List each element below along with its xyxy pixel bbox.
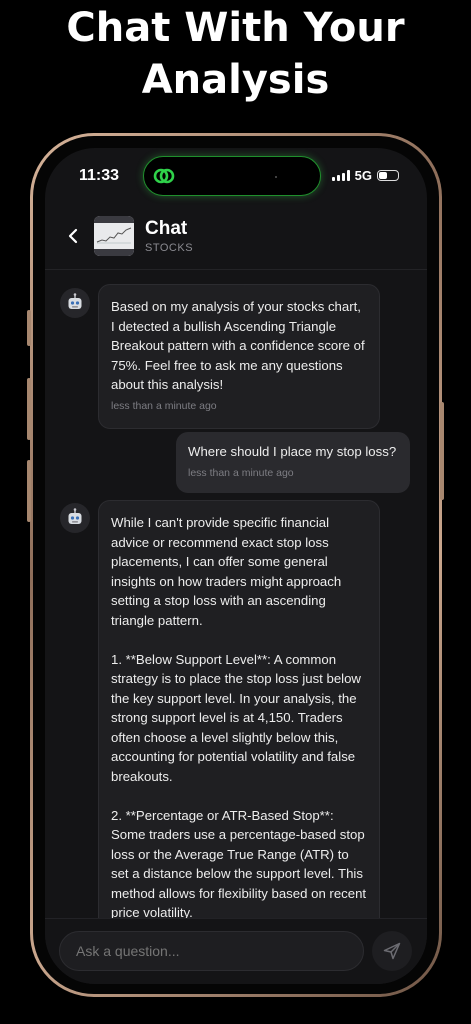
status-indicators: 5G: [331, 168, 399, 183]
network-type: 5G: [354, 168, 372, 183]
message-list[interactable]: Based on my analysis of your stocks char…: [45, 270, 427, 920]
link-rings-icon: [153, 168, 175, 184]
robot-icon: [68, 293, 82, 309]
dynamic-island: [143, 156, 321, 196]
chevron-left-icon[interactable]: [63, 224, 83, 248]
assistant-message: While I can't provide specific financial…: [98, 500, 380, 920]
chat-subtitle: STOCKS: [145, 242, 194, 254]
message-text: Where should I place my stop loss?: [188, 444, 397, 459]
composer-bar: [45, 918, 427, 984]
message-paragraph: 1. **Below Support Level**: A common str…: [111, 651, 361, 784]
bot-avatar: [60, 503, 90, 533]
chart-thumbnail[interactable]: [94, 216, 134, 256]
phone-volume-up: [27, 378, 31, 440]
user-message: Where should I place my stop loss? less …: [176, 432, 410, 493]
promo-headline: Chat With Your Analysis: [0, 2, 471, 106]
message-paragraph: While I can't provide specific financial…: [111, 515, 342, 628]
assistant-message: Based on my analysis of your stocks char…: [98, 284, 380, 429]
robot-icon: [68, 508, 82, 524]
message-text: Based on my analysis of your stocks char…: [111, 299, 365, 392]
message-paragraph: 2. **Percentage or ATR-Based Stop**: Som…: [111, 807, 367, 921]
chat-header: Chat STOCKS: [45, 210, 427, 270]
bot-avatar: [60, 288, 90, 318]
phone-side-button: [27, 310, 31, 346]
promo-headline-line2: Analysis: [141, 57, 330, 103]
battery-icon: [377, 170, 399, 181]
phone-screen: 11:33 5G Chat STOCKS Based on my analysi…: [45, 148, 427, 984]
promo-headline-line1: Chat With Your: [66, 5, 405, 51]
status-bar: 11:33 5G: [45, 148, 427, 204]
message-timestamp: less than a minute ago: [111, 399, 217, 412]
phone-power-button: [440, 402, 444, 500]
message-timestamp: less than a minute ago: [188, 466, 294, 479]
send-icon: [383, 942, 401, 960]
signal-icon: [331, 170, 350, 181]
send-button[interactable]: [372, 931, 412, 971]
question-input[interactable]: [59, 931, 364, 971]
chat-title: Chat: [145, 218, 188, 239]
phone-volume-down: [27, 460, 31, 522]
status-time: 11:33: [79, 167, 120, 184]
